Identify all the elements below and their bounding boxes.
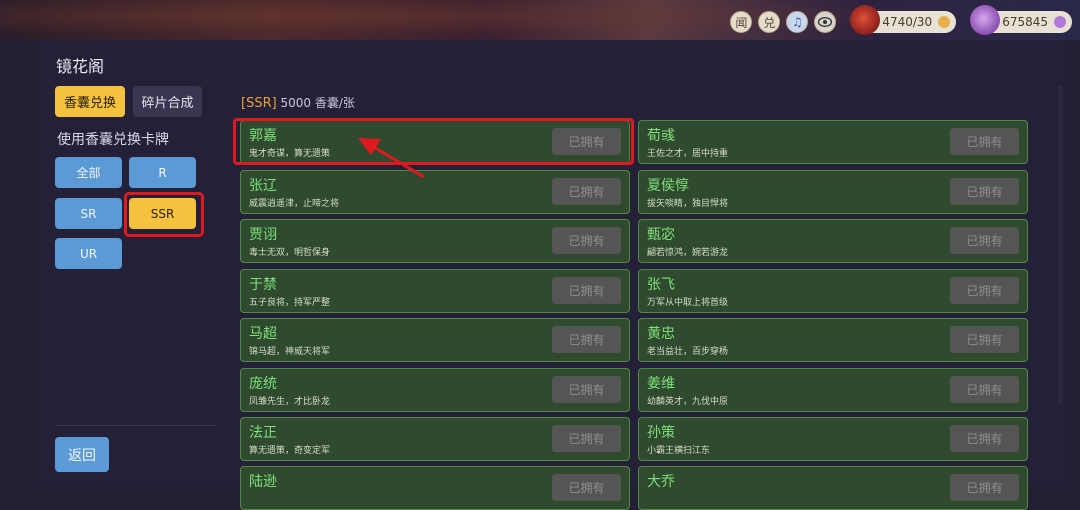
owned-button[interactable]: 已拥有 bbox=[950, 277, 1019, 304]
card-name: 马超 bbox=[249, 326, 277, 342]
card-row[interactable]: 大乔 已拥有 bbox=[638, 466, 1028, 510]
owned-button[interactable]: 已拥有 bbox=[552, 277, 621, 304]
card-name: 大乔 bbox=[647, 474, 675, 490]
filter-ur-button[interactable]: UR bbox=[55, 238, 122, 269]
card-name: 于禁 bbox=[249, 277, 277, 293]
page-title: 镜花阁 bbox=[56, 57, 105, 76]
card-description: 小霸王横扫江东 bbox=[647, 446, 711, 456]
card-row[interactable]: 马超锦马超，神威天将军 已拥有 bbox=[240, 318, 630, 362]
card-name: 夏侯惇 bbox=[647, 178, 689, 194]
card-row[interactable]: 庞统凤雏先生，才比卧龙 已拥有 bbox=[240, 368, 630, 412]
card-row[interactable]: 于禁五子良将，持军严整 已拥有 bbox=[240, 269, 630, 313]
filter-r-button[interactable]: R bbox=[129, 157, 196, 188]
card-row[interactable]: 姜维幼麟英才，九伐中原 已拥有 bbox=[638, 368, 1028, 412]
card-description: 万军从中取上将首级 bbox=[647, 298, 729, 308]
card-description: 拔矢啖睛，独目悍将 bbox=[647, 199, 729, 209]
sidebar-divider bbox=[55, 425, 215, 426]
card-description: 锦马超，神威天将军 bbox=[249, 347, 331, 357]
filter-all-button[interactable]: 全部 bbox=[55, 157, 122, 188]
gem-bag-icon bbox=[970, 5, 1001, 35]
card-name: 姜维 bbox=[647, 376, 675, 392]
tab-sachet-exchange[interactable]: 香囊兑换 bbox=[55, 86, 125, 117]
gem-resource[interactable]: 675845 bbox=[970, 5, 1072, 35]
card-row[interactable]: 张辽威震逍遥津，止啼之将 已拥有 bbox=[240, 170, 630, 214]
card-description: 老当益壮，百步穿杨 bbox=[647, 347, 729, 357]
owned-button[interactable]: 已拥有 bbox=[950, 425, 1019, 452]
card-name: 贾诩 bbox=[249, 227, 277, 243]
card-name: 庞统 bbox=[249, 376, 277, 392]
card-name: 黄忠 bbox=[647, 326, 675, 342]
owned-button[interactable]: 已拥有 bbox=[950, 474, 1019, 501]
card-description: 凤雏先生，才比卧龙 bbox=[249, 397, 331, 407]
owned-button[interactable]: 已拥有 bbox=[552, 326, 621, 353]
card-list-area: [SSR] 5000 香囊/张 郭嘉 鬼才奇谋，算无遗策 已拥有 荀彧 王佐之才，居中持… bbox=[230, 40, 1070, 510]
owned-button[interactable]: 已拥有 bbox=[552, 227, 621, 254]
scrollbar[interactable] bbox=[1058, 85, 1063, 405]
price-label: [SSR] 5000 香囊/张 bbox=[241, 94, 355, 111]
back-button[interactable]: 返回 bbox=[55, 437, 109, 472]
gem-icon bbox=[1054, 16, 1066, 28]
owned-button[interactable]: 已拥有 bbox=[552, 474, 621, 501]
sidebar: 镜花阁 香囊兑换 碎片合成 使用香囊兑换卡牌 全部 R SR SSR UR 返回 bbox=[40, 40, 230, 486]
owned-button[interactable]: 已拥有 bbox=[950, 376, 1019, 403]
card-name: 孙策 bbox=[647, 425, 675, 441]
tab-fragment-synthesis[interactable]: 碎片合成 bbox=[133, 86, 202, 117]
owned-button[interactable]: 已拥有 bbox=[552, 376, 621, 403]
coin-icon bbox=[938, 16, 951, 28]
card-name: 荀彧 bbox=[647, 128, 675, 144]
sachet-icon bbox=[850, 5, 881, 35]
sachet-count: 4740/30 bbox=[882, 15, 933, 29]
card-name: 陆逊 bbox=[249, 474, 277, 490]
exchange-panel: 镜花阁 香囊兑换 碎片合成 使用香囊兑换卡牌 全部 R SR SSR UR 返回… bbox=[40, 40, 1070, 510]
card-row[interactable]: 贾诩毒士无双，明哲保身 已拥有 bbox=[240, 219, 630, 263]
exchange-icon[interactable]: 兑 bbox=[758, 11, 781, 33]
card-name: 张飞 bbox=[647, 277, 675, 293]
card-name: 张辽 bbox=[249, 178, 277, 194]
card-description: 五子良将，持军严整 bbox=[249, 298, 331, 308]
sachet-resource[interactable]: 4740/30 bbox=[850, 5, 957, 35]
card-description: 算无遗策，奇变定军 bbox=[249, 446, 331, 456]
eye-icon[interactable] bbox=[814, 11, 837, 33]
owned-button[interactable]: 已拥有 bbox=[950, 178, 1019, 205]
card-row[interactable]: 甄宓翩若惊鸿，婉若游龙 已拥有 bbox=[638, 219, 1028, 263]
card-row[interactable]: 法正算无遗策，奇变定军 已拥有 bbox=[240, 417, 630, 461]
card-row[interactable]: 陆逊 已拥有 bbox=[240, 466, 630, 510]
ssr-highlight-box bbox=[124, 192, 204, 237]
owned-button[interactable]: 已拥有 bbox=[950, 326, 1019, 353]
price-text: 5000 香囊/张 bbox=[280, 96, 355, 110]
card-description: 翩若惊鸿，婉若游龙 bbox=[647, 248, 729, 258]
card-name: 甄宓 bbox=[647, 227, 675, 243]
section-label: 使用香囊兑换卡牌 bbox=[57, 132, 169, 148]
card-row[interactable]: 孙策小霸王横扫江东 已拥有 bbox=[638, 417, 1028, 461]
card-row[interactable]: 张飞万军从中取上将首级 已拥有 bbox=[638, 269, 1028, 313]
card-row[interactable]: 黄忠老当益壮，百步穿杨 已拥有 bbox=[638, 318, 1028, 362]
card-description: 毒士无双，明哲保身 bbox=[249, 248, 331, 258]
card-description: 威震逍遥津，止啼之将 bbox=[249, 199, 340, 209]
card-description: 王佐之才，居中持重 bbox=[647, 149, 729, 159]
top-resource-bar: 闻 兑 ♫ 4740/30 675845 bbox=[730, 5, 1072, 35]
owned-button[interactable]: 已拥有 bbox=[552, 425, 621, 452]
card-row[interactable]: 荀彧王佐之才，居中持重 已拥有 bbox=[638, 120, 1028, 164]
music-icon[interactable]: ♫ bbox=[786, 11, 809, 33]
card-description: 幼麟英才，九伐中原 bbox=[647, 397, 729, 407]
owned-button[interactable]: 已拥有 bbox=[950, 128, 1019, 155]
gem-count: 675845 bbox=[1002, 15, 1048, 29]
card-name: 法正 bbox=[249, 425, 277, 441]
owned-button[interactable]: 已拥有 bbox=[552, 178, 621, 205]
owned-button[interactable]: 已拥有 bbox=[950, 227, 1019, 254]
card-row[interactable]: 夏侯惇拔矢啖睛，独目悍将 已拥有 bbox=[638, 170, 1028, 214]
guojia-highlight-box bbox=[233, 118, 634, 165]
rarity-tag: [SSR] bbox=[241, 96, 277, 111]
news-icon[interactable]: 闻 bbox=[730, 11, 753, 33]
filter-sr-button[interactable]: SR bbox=[55, 198, 122, 229]
